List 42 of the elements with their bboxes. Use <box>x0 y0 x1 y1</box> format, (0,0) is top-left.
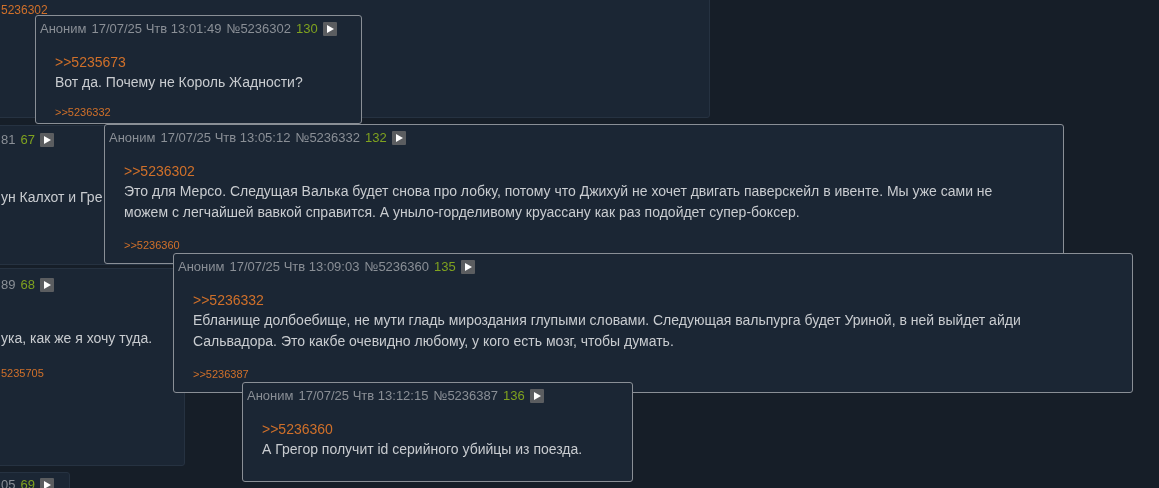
reply-link[interactable]: >>5236387 <box>193 368 249 380</box>
play-icon[interactable] <box>529 388 544 403</box>
post-count: 132 <box>365 130 387 145</box>
post-count: 67 <box>20 132 35 147</box>
poster-name: Аноним <box>178 259 225 274</box>
poster-name: Аноним <box>40 21 87 36</box>
post-number[interactable]: №5236332 <box>295 130 360 145</box>
reply-link[interactable]: >>5236360 <box>124 239 180 251</box>
post-count: 68 <box>20 277 35 292</box>
play-icon[interactable] <box>39 132 54 147</box>
quote-link[interactable]: >>5235673 <box>55 52 361 72</box>
quote-link[interactable]: >>5236302 <box>124 161 1063 181</box>
post-text: Ебланище долбоебище, не мути гладь мироздания глупыми словами. Следующая вальпурга будет Уриной, в ней выйдет айди Сальвадора. Это какбе очевидно любому, у кого есть мозг, чтобы думать. <box>193 311 1022 351</box>
play-icon[interactable] <box>391 130 406 145</box>
post-text: Это для Мерсо. Следущая Валька будет снова про лобку, потому что Джихуй не хочет двигать паверскейл в ивенте. Мы уже сами не можем с легчайшей вавкой справится. А уныло-горделивому круассану как раз подойдет супер-боксер. <box>124 182 994 222</box>
quote-link[interactable]: >>5236360 <box>262 419 632 439</box>
post-text: ука, как же я хочу туда. <box>1 329 153 348</box>
poster-name: Аноним <box>109 130 156 145</box>
post-number: 81 <box>1 132 16 147</box>
post-number[interactable]: №5236387 <box>433 388 498 403</box>
post-date: 17/07/25 Чтв 13:12:15 <box>298 388 429 403</box>
post-date: 17/07/25 Чтв 13:05:12 <box>160 130 291 145</box>
quote-link[interactable]: >>5236332 <box>193 290 1132 310</box>
reply-link[interactable]: 5235705 <box>1 367 44 379</box>
post-number: 89 <box>1 277 16 292</box>
post-date: 17/07/25 Чтв 13:01:49 <box>91 21 222 36</box>
post-text: А Грегор получит id серийного убийцы из поезда. <box>262 440 584 459</box>
play-icon[interactable] <box>460 259 475 274</box>
post-text: ун Калхот и Гре <box>1 188 103 207</box>
reply-link[interactable]: >>5236332 <box>55 106 111 118</box>
play-icon[interactable] <box>39 277 54 292</box>
post-number[interactable]: №5236360 <box>364 259 429 274</box>
reply-link[interactable]: 5236302 <box>1 3 48 17</box>
poster-name: Аноним <box>247 388 294 403</box>
play-icon[interactable] <box>39 477 54 488</box>
post-count: 130 <box>296 21 318 36</box>
post-text: Вот да. Почему не Король Жадности? <box>55 73 304 92</box>
post-count: 136 <box>503 388 525 403</box>
post-count: 135 <box>434 259 456 274</box>
post-date: 17/07/25 Чтв 13:09:03 <box>229 259 360 274</box>
play-icon[interactable] <box>322 21 337 36</box>
post-number[interactable]: №5236302 <box>226 21 291 36</box>
